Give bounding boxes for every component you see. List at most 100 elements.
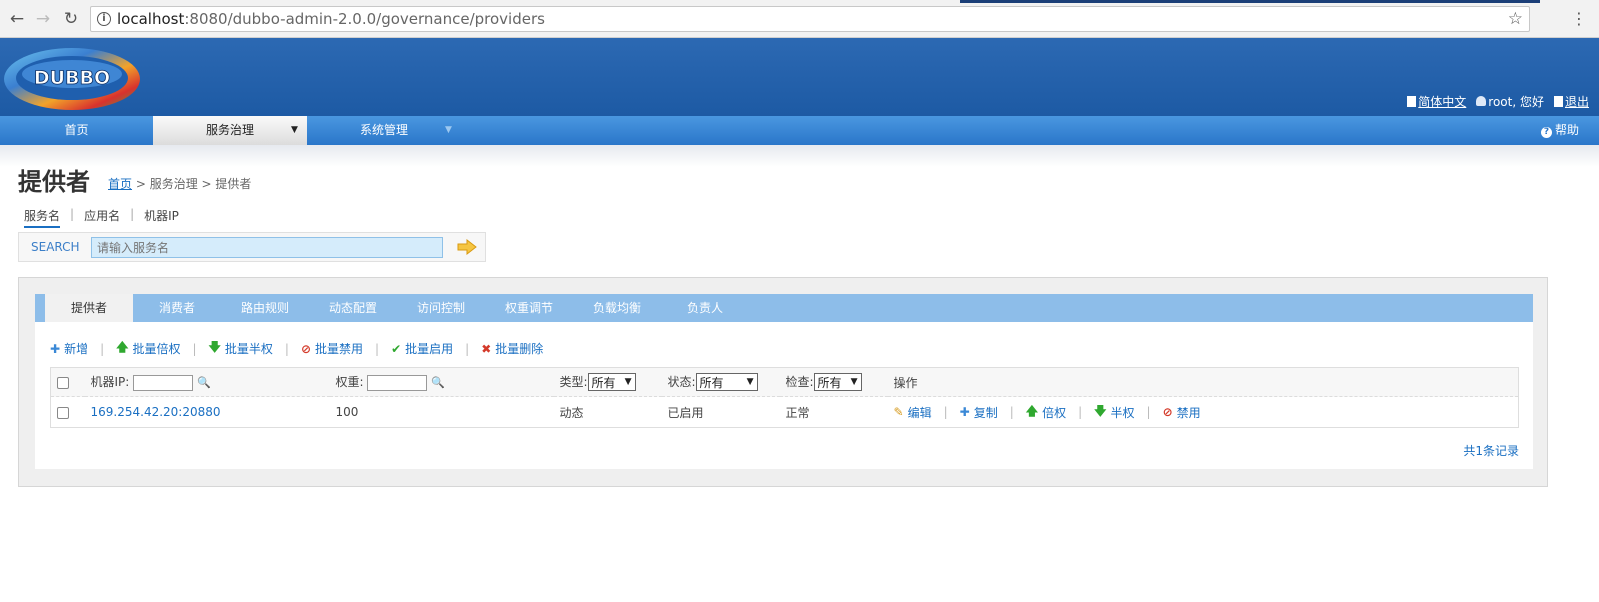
providers-panel: 提供者 消费者 路由规则 动态配置 访问控制 权重调节 负载均衡 负责人 ✚ 新增…: [18, 277, 1548, 487]
row-actions-cell: ✎ 编辑 | ✚ 复制 | 🡅 倍权 | 🡇 半权 | ⊘ 禁用: [888, 397, 1519, 428]
tab-weights[interactable]: 权重调节: [485, 294, 573, 322]
logout-link[interactable]: 退出: [1553, 93, 1589, 110]
table-row: 169.254.42.20:20880 100 动态 已启用 正常 ✎ 编辑 | …: [51, 397, 1519, 428]
bookmark-star-icon[interactable]: ☆: [1508, 7, 1523, 31]
search-tab-service[interactable]: 服务名: [24, 207, 61, 228]
divider: |: [943, 405, 948, 419]
select-all-cell: [50, 367, 85, 397]
arrow-right-icon[interactable]: [457, 239, 477, 255]
nav-item-label: 系统管理: [359, 123, 408, 137]
action-label: 编辑: [907, 405, 932, 420]
chevron-down-icon: ▼: [850, 377, 858, 388]
address-bar[interactable]: i localhost:8080/dubbo-admin-2.0.0/gover…: [90, 6, 1530, 32]
ban-icon: ⊘: [1162, 405, 1173, 419]
ip-header: 机器IP:: [90, 375, 130, 390]
help-link[interactable]: ? 帮助: [1540, 116, 1579, 145]
edit-button[interactable]: ✎ 编辑: [894, 404, 932, 421]
greeting-text: root, 您好: [1488, 95, 1544, 109]
app-header: DUBBO 简体中文 root, 您好 退出: [0, 38, 1599, 116]
browser-tab-accent: [960, 0, 1540, 3]
header-gradient-band: [0, 145, 1599, 167]
nav-item-system-management[interactable]: 系统管理 ▼: [307, 116, 461, 145]
arrow-up-icon: 🡅: [116, 340, 129, 354]
language-label[interactable]: 简体中文: [1418, 95, 1466, 109]
type-cell: 动态: [559, 405, 584, 420]
divider: |: [284, 341, 289, 356]
providers-table: 机器IP: 🔍 权重: 🔍 类型:所有▼ 状态:所有▼ 检查:所有▼: [50, 367, 1519, 428]
divider: |: [465, 341, 470, 356]
chevron-down-icon: ▼: [746, 377, 754, 388]
nav-item-service-governance[interactable]: 服务治理 ▼: [153, 116, 307, 145]
back-arrow-icon[interactable]: ←: [6, 8, 28, 30]
action-label: 批量删除: [495, 342, 544, 356]
arrow-up-icon: 🡅: [1025, 403, 1039, 418]
pencil-icon: ✎: [893, 405, 904, 419]
chevron-down-icon: ▼: [624, 377, 632, 388]
record-count: 共1条记录: [1463, 444, 1519, 458]
bulk-double-weight-button[interactable]: 🡅 批量倍权: [116, 338, 180, 359]
tab-overrides[interactable]: 动态配置: [309, 294, 397, 322]
nav-item-home[interactable]: 首页: [0, 116, 153, 145]
tab-loadbalance[interactable]: 负载均衡: [573, 294, 661, 322]
select-all-checkbox[interactable]: [57, 376, 69, 389]
status-filter-cell: 状态: 所有 ▼: [661, 367, 780, 397]
search-icon[interactable]: 🔍: [431, 376, 445, 389]
weight-filter-cell: 权重: 🔍: [329, 367, 554, 397]
action-label: 批量启用: [405, 342, 454, 356]
tab-access[interactable]: 访问控制: [397, 294, 485, 322]
tab-consumers[interactable]: 消费者: [133, 294, 221, 322]
add-button[interactable]: ✚ 新增: [50, 340, 88, 357]
search-icon[interactable]: 🔍: [197, 376, 211, 389]
breadcrumb-home[interactable]: 首页: [108, 177, 132, 191]
status-select[interactable]: 所有 ▼: [695, 373, 758, 392]
divider: |: [1009, 405, 1014, 419]
search-input[interactable]: [91, 237, 443, 258]
divider: |: [375, 341, 380, 356]
check-select[interactable]: 所有 ▼: [813, 373, 862, 392]
tab-owners[interactable]: 负责人: [661, 294, 749, 322]
copy-button[interactable]: ✚ 复制: [960, 404, 998, 421]
check-cell: 正常: [785, 405, 810, 420]
page-title: 提供者: [18, 168, 90, 196]
tab-providers[interactable]: 提供者: [45, 294, 133, 322]
forward-arrow-icon[interactable]: →: [32, 8, 54, 30]
search-tab-application[interactable]: 应用名: [84, 207, 120, 228]
panel-content: 提供者 消费者 路由规则 动态配置 访问控制 权重调节 负载均衡 负责人 ✚ 新增…: [35, 294, 1533, 469]
dubbo-logo[interactable]: DUBBO: [2, 41, 142, 113]
ban-icon: ⊘: [300, 341, 311, 356]
bulk-half-weight-button[interactable]: 🡇 批量半权: [209, 338, 273, 359]
language-switch[interactable]: 简体中文: [1407, 93, 1466, 110]
action-label: 复制: [973, 405, 998, 420]
governance-tabs: 提供者 消费者 路由规则 动态配置 访问控制 权重调节 负载均衡 负责人: [35, 294, 1533, 322]
browser-menu-icon[interactable]: ⋮: [1571, 8, 1587, 30]
disable-button[interactable]: ⊘ 禁用: [1163, 404, 1201, 421]
double-weight-button[interactable]: 🡅 倍权: [1026, 402, 1066, 423]
reload-icon[interactable]: ↻: [60, 8, 82, 30]
provider-address-link[interactable]: 169.254.42.20:20880: [91, 405, 221, 419]
search-tab-ip[interactable]: 机器IP: [144, 207, 179, 228]
divider: |: [70, 207, 75, 221]
ip-filter-input[interactable]: [133, 374, 194, 391]
divider: |: [130, 207, 135, 221]
logout-label[interactable]: 退出: [1565, 95, 1589, 109]
bulk-delete-button[interactable]: ✖ 批量删除: [481, 340, 543, 357]
row-checkbox[interactable]: [57, 406, 69, 419]
url-host: localhost: [117, 10, 185, 28]
action-label: 半权: [1110, 405, 1135, 420]
help-label[interactable]: 帮助: [1555, 123, 1579, 137]
action-label: 批量倍权: [132, 342, 181, 356]
ip-cell: 169.254.42.20:20880: [85, 397, 330, 428]
bulk-disable-button[interactable]: ⊘ 批量禁用: [301, 340, 363, 357]
weight-filter-input[interactable]: [367, 374, 428, 391]
info-icon[interactable]: i: [97, 12, 111, 26]
help-icon: ?: [1540, 127, 1552, 138]
logo-text: DUBBO: [34, 67, 110, 89]
half-weight-button[interactable]: 🡇 半权: [1094, 402, 1134, 423]
plus-icon: ✚: [50, 341, 61, 356]
weight-header: 权重:: [335, 375, 364, 390]
tab-routes[interactable]: 路由规则: [221, 294, 309, 322]
status-cell: 已启用: [667, 405, 704, 420]
bulk-enable-button[interactable]: ✔ 批量启用: [391, 340, 453, 357]
row-select-cell: [51, 397, 85, 428]
type-select[interactable]: 所有 ▼: [587, 373, 636, 392]
